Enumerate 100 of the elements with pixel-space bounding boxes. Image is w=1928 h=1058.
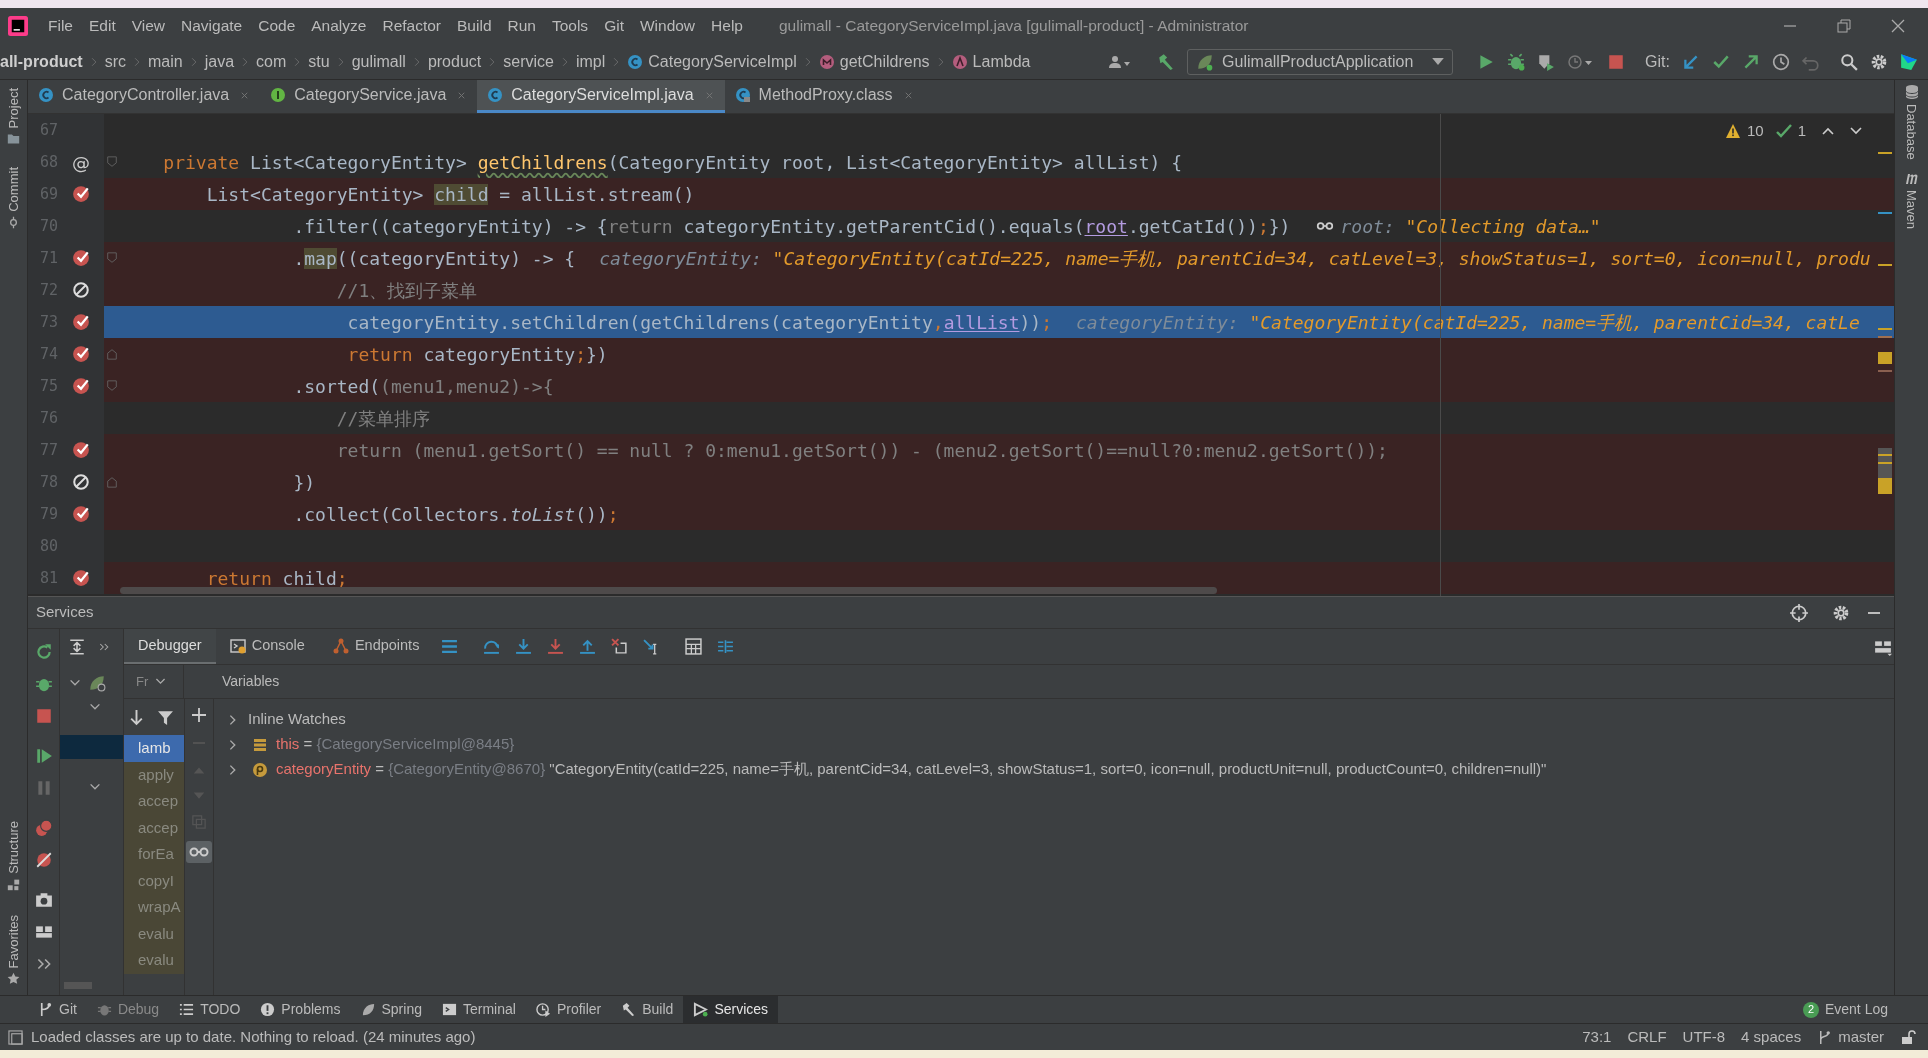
- filter-icon[interactable]: [157, 708, 174, 726]
- evaluate-icon[interactable]: [685, 638, 703, 655]
- menu-item[interactable]: View: [123, 14, 174, 38]
- breadcrumb[interactable]: gulimall: [351, 49, 406, 74]
- tool-window-tab[interactable]: Favorites: [3, 914, 24, 985]
- menu-item[interactable]: Analyze: [303, 14, 375, 38]
- menu-item[interactable]: Build: [449, 14, 500, 38]
- editor-tab[interactable]: CategoryServiceImpl.java: [477, 80, 725, 113]
- menu-item[interactable]: Navigate: [173, 14, 251, 38]
- breadcrumb[interactable]: src: [104, 49, 126, 74]
- breadcrumb[interactable]: stu: [308, 49, 330, 74]
- drop-frame-icon[interactable]: [611, 638, 629, 655]
- stop-icon[interactable]: [1607, 52, 1626, 71]
- expand-all-icon[interactable]: [68, 638, 86, 656]
- trace-icon[interactable]: [717, 638, 735, 655]
- force-step-into-icon[interactable]: [547, 638, 565, 655]
- breadcrumb[interactable]: com: [256, 49, 287, 74]
- editor-tab[interactable]: CategoryController.java: [28, 80, 261, 113]
- layout-icon[interactable]: [34, 923, 53, 941]
- breakpoint-icon[interactable]: [72, 249, 90, 267]
- history-icon[interactable]: [1772, 52, 1790, 71]
- breakpoint-icon[interactable]: [72, 377, 90, 395]
- warning-icon[interactable]: [1724, 123, 1741, 140]
- step-out-icon[interactable]: [579, 638, 597, 655]
- restore-icon[interactable]: [1836, 18, 1852, 34]
- tool-window-button[interactable]: TODO: [169, 996, 251, 1023]
- menu-item[interactable]: Tools: [543, 14, 597, 38]
- close-icon[interactable]: [1890, 18, 1906, 34]
- editor-tab[interactable]: CategoryService.java: [260, 80, 478, 113]
- breadcrumb[interactable]: java: [204, 49, 235, 74]
- menu-item[interactable]: Help: [703, 14, 751, 38]
- breakpoint-icon[interactable]: [72, 441, 90, 459]
- check-count[interactable]: 1: [1797, 120, 1806, 143]
- resume-icon[interactable]: [34, 747, 53, 765]
- glasses-icon[interactable]: [186, 841, 212, 863]
- breadcrumb[interactable]: Lambda: [951, 49, 1031, 74]
- file-encoding[interactable]: UTF-8: [1682, 1025, 1726, 1049]
- tool-window-tab[interactable]: Database: [1901, 84, 1922, 160]
- indent-setting[interactable]: 4 spaces: [1741, 1025, 1802, 1049]
- camera-icon[interactable]: [34, 891, 53, 909]
- menu-item[interactable]: File: [40, 14, 81, 38]
- more-icon[interactable]: [98, 641, 110, 653]
- menu-item[interactable]: Window: [631, 14, 704, 38]
- breadcrumb[interactable]: main: [148, 49, 183, 74]
- breakpoint-icon[interactable]: [72, 185, 90, 203]
- fold-marker-icon[interactable]: [106, 251, 118, 265]
- step-into-icon[interactable]: [515, 638, 533, 655]
- horizontal-scrollbar[interactable]: [64, 982, 92, 989]
- settings-icon[interactable]: [1832, 603, 1850, 622]
- menu-item[interactable]: Git: [596, 14, 632, 38]
- step-over-icon[interactable]: [483, 638, 501, 655]
- menu-item[interactable]: Refactor: [374, 14, 450, 38]
- tool-window-button[interactable]: Problems: [250, 996, 351, 1023]
- tool-window-button[interactable]: Debug: [86, 996, 170, 1023]
- hammer-icon[interactable]: [1157, 52, 1176, 71]
- frames-dropdown[interactable]: Fr: [124, 665, 184, 698]
- git-branch[interactable]: master: [1817, 1025, 1884, 1049]
- breakpoint-icon[interactable]: [72, 505, 90, 523]
- fold-marker-icon[interactable]: [106, 475, 118, 489]
- override-marker[interactable]: @: [72, 148, 90, 176]
- tool-window-tab[interactable]: Project: [3, 88, 24, 146]
- frames-list-icon[interactable]: [441, 638, 459, 655]
- tool-window-button[interactable]: Spring: [350, 996, 432, 1023]
- panel-tab[interactable]: Console: [215, 629, 319, 664]
- breakpoint-icon[interactable]: [72, 345, 90, 363]
- tool-window-tab[interactable]: Commit: [3, 167, 24, 230]
- arrow-down-icon[interactable]: [128, 708, 145, 726]
- toolbox-logo-icon[interactable]: [1900, 52, 1918, 71]
- menu-item[interactable]: Code: [250, 14, 304, 38]
- menu-item[interactable]: Run: [499, 14, 544, 38]
- rerun-icon[interactable]: [34, 643, 53, 661]
- search-icon[interactable]: [1840, 52, 1858, 71]
- tool-window-tab[interactable]: Structure: [3, 820, 24, 891]
- warning-count[interactable]: 10: [1746, 120, 1764, 143]
- breakpoints-icon[interactable]: [34, 819, 53, 837]
- lock-icon[interactable]: [1900, 1029, 1916, 1045]
- tool-window-button[interactable]: Build: [611, 996, 684, 1023]
- fold-marker-icon[interactable]: [106, 347, 118, 361]
- coverage-icon[interactable]: [1537, 52, 1556, 71]
- event-log-button[interactable]: 2 Event Log: [1802, 996, 1888, 1023]
- muted-breakpoint-icon[interactable]: [72, 473, 90, 491]
- editor-tab[interactable]: MethodProxy.class: [724, 80, 924, 113]
- muted-breakpoint-icon[interactable]: [72, 281, 90, 299]
- crosshair-icon[interactable]: [1790, 603, 1808, 622]
- stop-icon[interactable]: [34, 707, 53, 725]
- menu-item[interactable]: Edit: [81, 14, 124, 38]
- tool-window-button[interactable]: Git: [28, 996, 87, 1023]
- tool-window-tab[interactable]: Maven: [1901, 169, 1922, 229]
- settings-icon[interactable]: [1870, 52, 1888, 71]
- breadcrumb[interactable]: service: [503, 49, 554, 74]
- breadcrumb[interactable]: impl: [575, 49, 606, 74]
- run-configuration-dropdown[interactable]: GulimallProductApplication: [1187, 48, 1454, 75]
- tool-window-button[interactable]: Terminal: [431, 996, 526, 1023]
- debug-icon[interactable]: [1507, 52, 1526, 71]
- mute-breakpoints-icon[interactable]: [34, 851, 53, 869]
- breadcrumb[interactable]: CategoryServiceImpl: [627, 49, 797, 74]
- panel-tab[interactable]: Endpoints: [318, 629, 434, 664]
- panel-tab[interactable]: Debugger: [124, 629, 216, 664]
- line-separator[interactable]: CRLF: [1627, 1025, 1667, 1049]
- breadcrumb[interactable]: all-product: [0, 49, 83, 74]
